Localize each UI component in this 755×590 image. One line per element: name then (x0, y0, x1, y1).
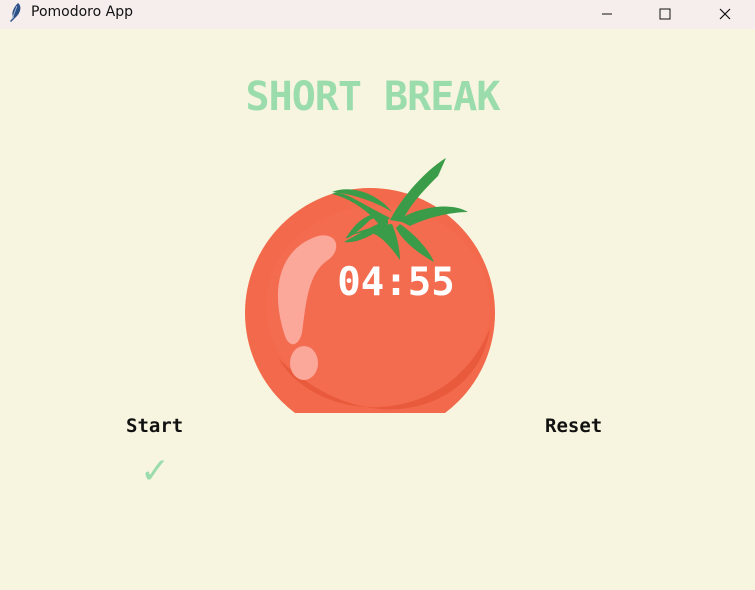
feather-icon (6, 2, 24, 24)
minimize-icon (601, 5, 613, 24)
title-bar[interactable]: Pomodoro App (0, 0, 755, 29)
app-window: Pomodoro App SHORT BREAK 04:55 Start Res… (0, 0, 755, 590)
checkmark-icon: ✓ (140, 451, 171, 492)
reset-button[interactable]: Reset (545, 414, 602, 438)
close-icon (719, 5, 731, 24)
maximize-icon (659, 5, 671, 24)
minimize-button[interactable] (584, 0, 630, 29)
timer-display: 04:55 (337, 260, 455, 305)
window-title: Pomodoro App (31, 4, 133, 20)
close-button[interactable] (702, 0, 748, 29)
start-button[interactable]: Start (126, 414, 183, 438)
timer-mode-heading: SHORT BREAK (245, 74, 501, 120)
maximize-button[interactable] (642, 0, 688, 29)
